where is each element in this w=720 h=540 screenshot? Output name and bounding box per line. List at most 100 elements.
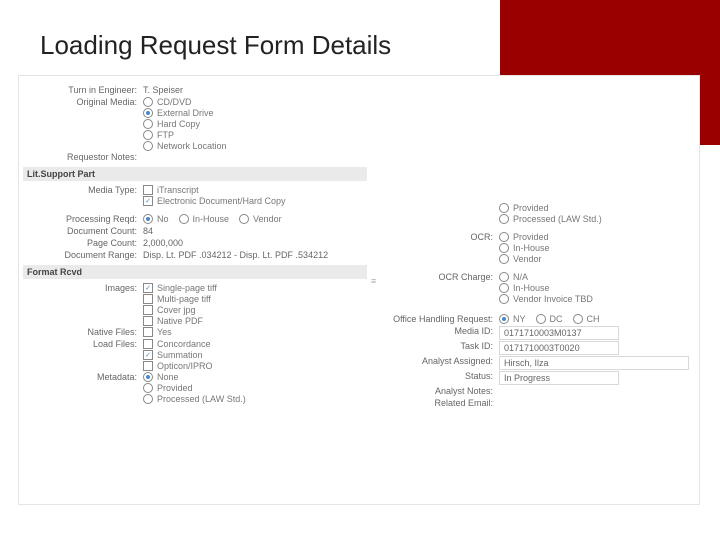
media-type-itran-option[interactable]: iTranscript <box>143 185 361 195</box>
radio-icon <box>143 372 153 382</box>
office-ny-label: NY <box>513 314 526 324</box>
slide: Loading Request Form Details Turn in Eng… <box>0 0 720 540</box>
proc-inh-option[interactable]: In-House <box>179 214 230 224</box>
checkbox-icon <box>143 305 153 315</box>
analyst-label: Analyst Assigned: <box>373 356 499 366</box>
right-meta-row: Provided Processed (LAW Std.) <box>373 203 689 224</box>
images-cov-label: Cover jpg <box>157 305 196 315</box>
meta-prov-option[interactable]: Provided <box>143 383 361 393</box>
media-ftp-option[interactable]: FTP <box>143 130 361 140</box>
media-hc-option[interactable]: Hard Copy <box>143 119 361 129</box>
native-yes-option[interactable]: Yes <box>143 327 172 337</box>
proc-ven-label: Vendor <box>253 214 282 224</box>
radio-icon <box>499 294 509 304</box>
images-mp-option[interactable]: Multi-page tiff <box>143 294 361 304</box>
engineer-label: Turn in Engineer: <box>29 85 143 95</box>
ocr-ven-option[interactable]: Vendor <box>499 254 689 264</box>
proc-inh-label: In-House <box>193 214 230 224</box>
ocrcharge-na-label: N/A <box>513 272 528 282</box>
task-id-value[interactable]: 0171710003T0020 <box>499 341 619 355</box>
media-ftp-label: FTP <box>157 130 174 140</box>
status-select[interactable]: In Progress <box>499 371 619 385</box>
resize-handle-icon[interactable]: ≡ <box>371 276 376 286</box>
office-ch-label: CH <box>587 314 600 324</box>
radio-icon <box>143 119 153 129</box>
media-net-option[interactable]: Network Location <box>143 141 361 151</box>
analyst-select[interactable]: Hirsch, Ilza <box>499 356 689 370</box>
radio-icon <box>499 283 509 293</box>
meta-proc-option[interactable]: Processed (LAW Std.) <box>143 394 361 404</box>
radio-icon <box>499 214 509 224</box>
radio-icon <box>499 254 509 264</box>
rmeta-prov-label: Provided <box>513 203 549 213</box>
radio-icon <box>499 232 509 242</box>
ocr-label: OCR: <box>373 232 499 242</box>
images-row: Images: Single-page tiff Multi-page tiff… <box>29 283 361 326</box>
section-format: Format Rcvd <box>23 265 367 279</box>
checkbox-icon <box>143 339 153 349</box>
task-id-label: Task ID: <box>373 341 499 351</box>
media-cd-label: CD/DVD <box>157 97 192 107</box>
load-opt-option[interactable]: Opticon/IPRO <box>143 361 361 371</box>
rmeta-proc-label: Processed (LAW Std.) <box>513 214 602 224</box>
ocrcharge-na-option[interactable]: N/A <box>499 272 689 282</box>
radio-icon <box>499 314 509 324</box>
media-cd-option[interactable]: CD/DVD <box>143 97 361 107</box>
radio-icon <box>499 203 509 213</box>
media-ext-label: External Drive <box>157 108 214 118</box>
media-net-label: Network Location <box>157 141 227 151</box>
media-id-row: Media ID: 0171710003M0137 <box>373 326 689 340</box>
form-right-column: Provided Processed (LAW Std.) OCR: Provi… <box>373 84 689 410</box>
ocr-row: OCR: Provided In-House Vendor <box>373 232 689 264</box>
media-type-label: Media Type: <box>29 185 143 195</box>
form-left-column: Turn in Engineer: T. Speiser Original Me… <box>29 84 361 410</box>
ocr-inh-option[interactable]: In-House <box>499 243 689 253</box>
media-type-edhc-label: Electronic Document/Hard Copy <box>157 196 286 206</box>
ocrcharge-vtbd-option[interactable]: Vendor Invoice TBD <box>499 294 689 304</box>
media-id-value[interactable]: 0171710003M0137 <box>499 326 619 340</box>
office-dc-option[interactable]: DC <box>536 314 563 324</box>
office-ny-option[interactable]: NY <box>499 314 526 324</box>
checkbox-icon <box>143 327 153 337</box>
images-sp-label: Single-page tiff <box>157 283 217 293</box>
related-email-row: Related Email: <box>373 398 689 409</box>
original-media-row: Original Media: CD/DVD External Drive Ha… <box>29 97 361 151</box>
proc-ven-option[interactable]: Vendor <box>239 214 282 224</box>
doc-range-row: Document Range: Disp. Lt. PDF .034212 - … <box>29 250 361 261</box>
office-ch-option[interactable]: CH <box>573 314 600 324</box>
media-ext-option[interactable]: External Drive <box>143 108 361 118</box>
ocr-inh-label: In-House <box>513 243 550 253</box>
meta-none-option[interactable]: None <box>143 372 361 382</box>
load-summ-label: Summation <box>157 350 203 360</box>
ocr-prov-option[interactable]: Provided <box>499 232 689 242</box>
load-summ-option[interactable]: Summation <box>143 350 361 360</box>
checkbox-icon <box>143 294 153 304</box>
office-label: Office Handling Request: <box>373 314 499 324</box>
images-npdf-label: Native PDF <box>157 316 203 326</box>
load-conc-option[interactable]: Concordance <box>143 339 361 349</box>
load-files-row: Load Files: Concordance Summation Optico… <box>29 339 361 371</box>
requestor-notes-row: Requestor Notes: <box>29 152 361 163</box>
media-hc-label: Hard Copy <box>157 119 200 129</box>
ocr-ven-label: Vendor <box>513 254 542 264</box>
images-sp-option[interactable]: Single-page tiff <box>143 283 361 293</box>
ocr-prov-label: Provided <box>513 232 549 242</box>
images-npdf-option[interactable]: Native PDF <box>143 316 361 326</box>
native-label: Native Files: <box>29 327 143 337</box>
office-dc-label: DC <box>550 314 563 324</box>
radio-icon <box>536 314 546 324</box>
radio-icon <box>499 272 509 282</box>
native-row: Native Files: Yes <box>29 327 361 338</box>
ocrcharge-inh-option[interactable]: In-House <box>499 283 689 293</box>
media-type-row: Media Type: iTranscript Electronic Docum… <box>29 185 361 206</box>
proc-no-option[interactable]: No <box>143 214 169 224</box>
rmeta-prov-option[interactable]: Provided <box>499 203 689 213</box>
rmeta-proc-option[interactable]: Processed (LAW Std.) <box>499 214 689 224</box>
engineer-row: Turn in Engineer: T. Speiser <box>29 85 361 96</box>
checkbox-icon <box>143 316 153 326</box>
media-type-edhc-option[interactable]: Electronic Document/Hard Copy <box>143 196 361 206</box>
section-litsupport: Lit.Support Part <box>23 167 367 181</box>
images-label: Images: <box>29 283 143 293</box>
images-cov-option[interactable]: Cover jpg <box>143 305 361 315</box>
radio-icon <box>143 383 153 393</box>
